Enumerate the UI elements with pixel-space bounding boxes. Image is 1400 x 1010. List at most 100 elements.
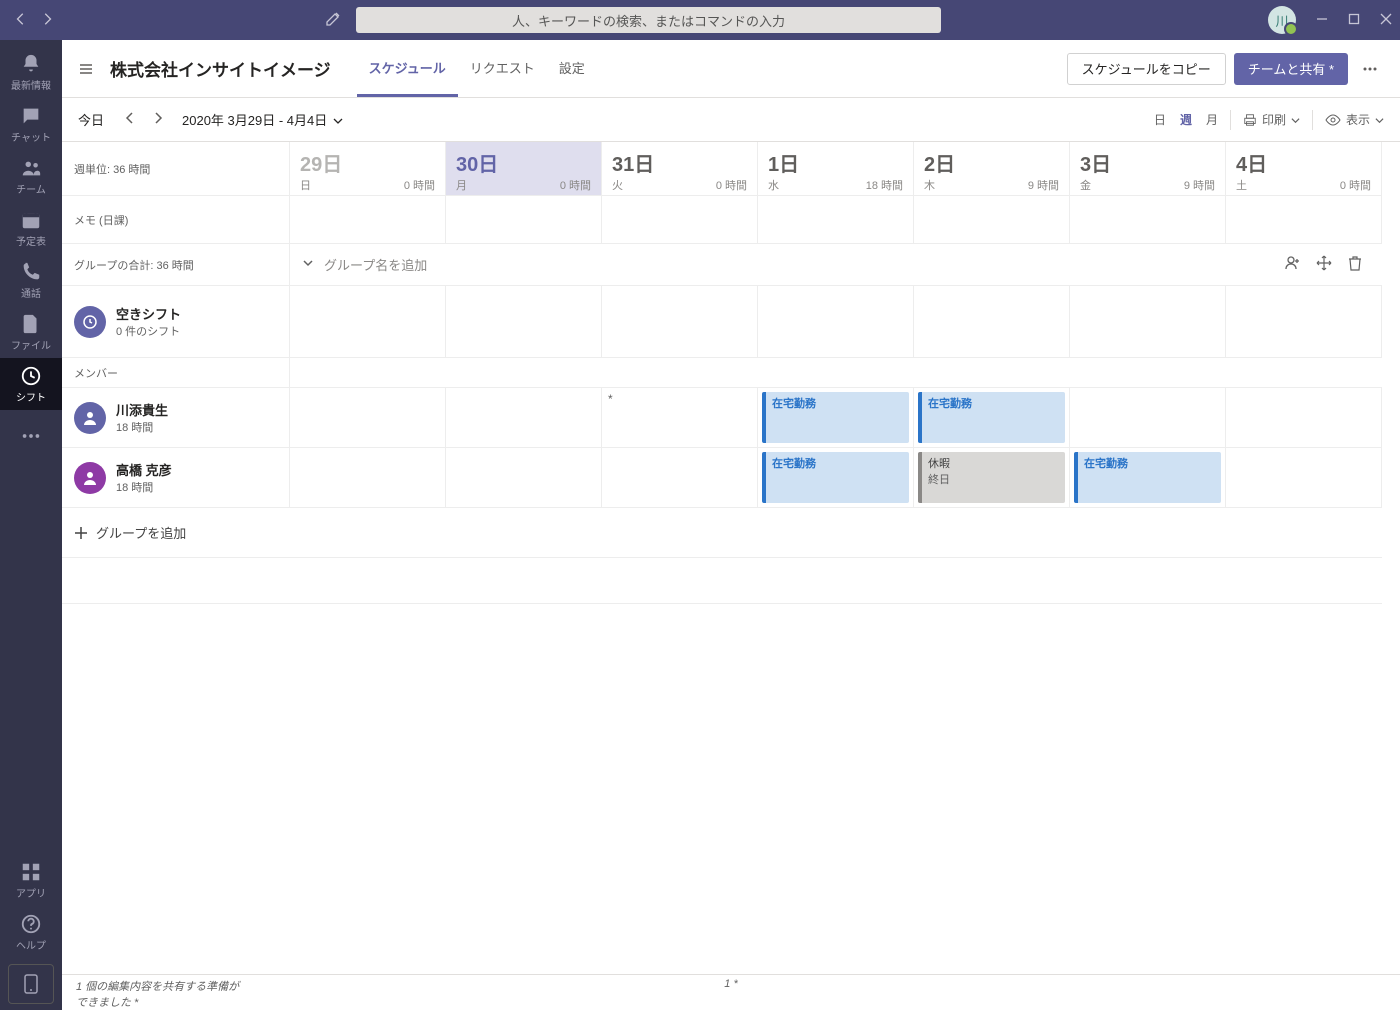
tab-requests[interactable]: リクエスト [458,40,547,97]
add-person-icon[interactable] [1276,255,1308,274]
shift-cell[interactable] [1226,286,1382,358]
memo-cell[interactable] [1226,196,1382,244]
star-marker: * [602,388,757,410]
group-name-input[interactable]: グループ名を追加 [324,255,427,274]
seg-day[interactable]: 日 [1154,111,1166,128]
group-total-label: グループの合計: 36 時間 [62,244,290,286]
schedule-grid: 週単位: 36 時間 29日日0 時間 30日月0 時間 31日火0 時間 1日… [62,142,1400,604]
date-range-picker[interactable]: 2020年 3月29日 - 4月4日 [172,110,343,129]
header-more-icon[interactable] [1356,40,1384,97]
shift-cell[interactable] [446,286,602,358]
member-row[interactable]: 川添貴生18 時間 [62,388,290,448]
shift-wfh[interactable]: 在宅勤務 [1074,452,1221,503]
close-icon[interactable] [1380,13,1392,28]
shift-cell[interactable] [446,448,602,508]
shift-cell[interactable] [1070,286,1226,358]
day-header-4[interactable]: 2日木9 時間 [914,142,1070,196]
shift-cell[interactable] [1070,388,1226,448]
shift-cell[interactable] [446,388,602,448]
toolbar: 今日 2020年 3月29日 - 4月4日 日 週 月 印刷 表示 [62,98,1400,142]
memo-cell[interactable] [446,196,602,244]
page-title: 株式会社インサイトイメージ [110,40,357,97]
shift-cell[interactable] [290,286,446,358]
maximize-icon[interactable] [1348,13,1360,28]
tab-schedule[interactable]: スケジュール [357,40,458,97]
rail-help[interactable]: ヘルプ [0,906,62,958]
shift-cell[interactable] [290,448,446,508]
week-total-label: 週単位: 36 時間 [62,142,290,196]
avatar-icon [74,402,106,434]
shift-cell[interactable] [1226,388,1382,448]
search-input[interactable]: 人、キーワードの検索、またはコマンドの入力 [356,7,941,33]
day-header-1[interactable]: 30日月0 時間 [446,142,602,196]
shift-cell[interactable]: 休暇終日 [914,448,1070,508]
group-header: グループ名を追加 [290,244,1382,286]
shift-wfh[interactable]: 在宅勤務 [762,392,909,443]
rail-chat[interactable]: チャット [0,98,62,150]
rail-shifts[interactable]: シフト [0,358,62,410]
shift-off[interactable]: 休暇終日 [918,452,1065,503]
avatar[interactable]: 川 [1268,6,1296,34]
shift-cell[interactable]: 在宅勤務 [1070,448,1226,508]
shift-cell[interactable]: 在宅勤務 [758,388,914,448]
shift-cell[interactable]: 在宅勤務 [758,448,914,508]
rail-calls[interactable]: 通話 [0,254,62,306]
empty-shift-icon [74,306,106,338]
content: 株式会社インサイトイメージ スケジュール リクエスト 設定 スケジュールをコピー… [62,40,1400,1010]
nav-back-icon[interactable] [14,12,28,29]
empty-shift-row[interactable]: 空きシフト0 件のシフト [62,286,290,358]
members-label: メンバー [62,358,290,388]
rail-files[interactable]: ファイル [0,306,62,358]
minimize-icon[interactable] [1316,13,1328,28]
rail-apps[interactable]: アプリ [0,854,62,906]
day-header-6[interactable]: 4日土0 時間 [1226,142,1382,196]
memo-cell[interactable] [290,196,446,244]
app-rail: 最新情報 チャット チーム 予定表 通話 ファイル シフト アプリ ヘルプ [0,40,62,1010]
member-row[interactable]: 高橋 克彦18 時間 [62,448,290,508]
hamburger-icon[interactable] [78,40,110,97]
day-header-5[interactable]: 3日金9 時間 [1070,142,1226,196]
shift-cell[interactable]: 在宅勤務 [914,388,1070,448]
next-week-icon[interactable] [144,107,172,132]
shift-cell[interactable] [602,448,758,508]
nav-forward-icon[interactable] [40,12,54,29]
copy-schedule-button[interactable]: スケジュールをコピー [1067,53,1226,85]
today-button[interactable]: 今日 [78,110,116,129]
rail-more[interactable] [0,410,62,462]
rail-calendar[interactable]: 予定表 [0,202,62,254]
shift-wfh[interactable]: 在宅勤務 [762,452,909,503]
shift-cell[interactable] [1226,448,1382,508]
shift-wfh[interactable]: 在宅勤務 [918,392,1065,443]
memo-cell[interactable] [758,196,914,244]
rail-phone-icon[interactable] [8,964,54,1004]
status-center: 1 * [724,978,737,990]
rail-teams[interactable]: チーム [0,150,62,202]
shift-cell[interactable] [602,286,758,358]
day-header-2[interactable]: 31日火0 時間 [602,142,758,196]
view-button[interactable]: 表示 [1325,111,1384,128]
delete-icon[interactable] [1340,255,1370,274]
memo-cell[interactable] [1070,196,1226,244]
seg-month[interactable]: 月 [1206,111,1218,128]
page-header: 株式会社インサイトイメージ スケジュール リクエスト 設定 スケジュールをコピー… [62,40,1400,98]
chevron-down-icon[interactable] [302,257,314,272]
shift-cell[interactable] [914,286,1070,358]
seg-week[interactable]: 週 [1180,111,1192,128]
day-header-3[interactable]: 1日水18 時間 [758,142,914,196]
print-button[interactable]: 印刷 [1243,111,1300,128]
shift-cell[interactable]: * [602,388,758,448]
memo-cell[interactable] [602,196,758,244]
share-with-team-button[interactable]: チームと共有 * [1234,53,1348,85]
rail-activity[interactable]: 最新情報 [0,46,62,98]
prev-week-icon[interactable] [116,107,144,132]
shift-cell[interactable] [758,286,914,358]
shift-cell[interactable] [290,388,446,448]
day-header-0[interactable]: 29日日0 時間 [290,142,446,196]
move-icon[interactable] [1308,255,1340,274]
tab-settings[interactable]: 設定 [547,40,597,97]
memo-label: メモ (日課) [62,196,290,244]
avatar-icon [74,462,106,494]
memo-cell[interactable] [914,196,1070,244]
add-group-button[interactable]: グループを追加 [62,508,1382,558]
compose-icon[interactable] [325,11,341,30]
